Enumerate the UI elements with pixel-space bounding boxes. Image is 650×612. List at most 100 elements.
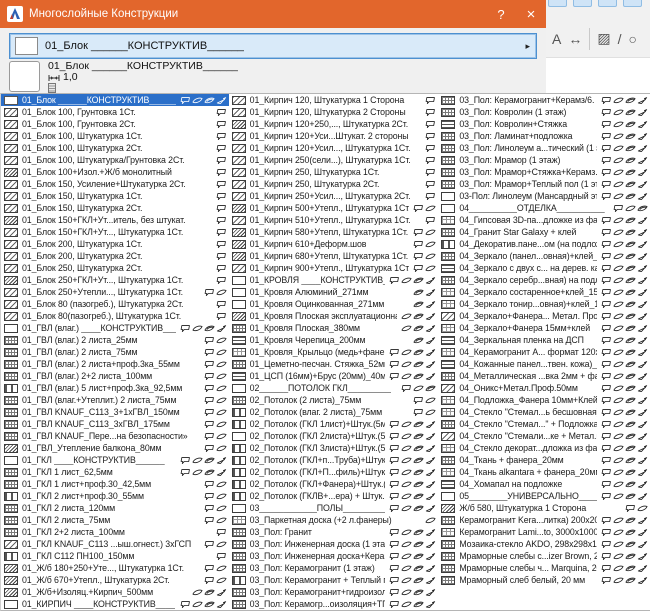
list-item[interactable]: 01_ГКЛ 2 лист+проф.30_55мм (1, 490, 229, 502)
list-item[interactable]: 03_Пол: Керамогр...оизоляция+ТП_Душ (229, 598, 439, 610)
list-item[interactable]: 04_Ткань alkantara + фанера_20мм (438, 466, 650, 478)
list-item[interactable]: 01_ГВЛ (влаг.) 5 лист+проф.3ка_92,5мм (1, 382, 229, 394)
list-item[interactable]: 04_Керамогранит А... формат 120х60см (438, 346, 650, 358)
text-tool-icon[interactable]: A (552, 31, 561, 47)
list-item[interactable]: 03_Пол: Мрамор+Стяжка+Керамз./6. (438, 166, 650, 178)
list-item[interactable]: 01_Кирпич 610+Деформ.шов (229, 238, 439, 250)
list-item[interactable]: 01_Блок 150, Штукатурка 2Ст. (1, 202, 229, 214)
list-item[interactable]: 01_ГКЛ 2 листа_120мм (1, 502, 229, 514)
list-item[interactable]: 04_Кожанные панел...твен. кожа)_15мм (438, 358, 650, 370)
list-item[interactable]: 02_Потолок (ГКЛ 2листа)+Штук.(5мм) (229, 430, 439, 442)
list-item[interactable]: 01_Кирпич 680+Утепл, Штукатурка 1Ст. (229, 250, 439, 262)
list-item[interactable]: 01_Кровля Оцинкованная_271мм (229, 298, 439, 310)
list-item[interactable]: Ж/б 580, Штукатурка 1 Сторона (438, 502, 650, 514)
list-item[interactable]: 01_Кирпич 580+Утепл, Штукатурка 1Ст. (229, 226, 439, 238)
list-item[interactable]: 01_Блок 100+Изол.+Ж/б монолитный (1, 166, 229, 178)
list-item[interactable]: 01_ГВЛ (влаг.) 2+2 листа_100мм (1, 370, 229, 382)
list-item[interactable]: 01_Кирпич 900+Утепл., Штукатурка 1Ст. (229, 262, 439, 274)
list-item[interactable]: 02_Потолок (ГКЛ+П...филь)+Штук.(5мм) (229, 466, 439, 478)
list-item[interactable]: 01_Блок 100, Грунтовка 1Ст. (1, 106, 229, 118)
list-item[interactable]: 04_Хомапал на подложке (438, 478, 650, 490)
list-item[interactable]: 03_Пол: Керамогранит (1 этаж) (229, 562, 439, 574)
list-item[interactable]: 04_Стекло "Стемали...ке + Метал.каркас (438, 430, 650, 442)
list-item[interactable]: 01_Кирпич 250, Штукатурка 2Ст. (229, 178, 439, 190)
list-item[interactable]: 03_Пол: Керамогранит+гидроизоляция (229, 586, 439, 598)
list-item[interactable]: 04_Гипсовая 3D-па...дложке из фанеры (438, 214, 650, 226)
composite-select-combo[interactable]: 01_Блок ______КОНСТРУКТИВ______ ▸ (9, 33, 537, 59)
list-item[interactable]: 03-Пол: Линолеум (Мансардный этаж) (438, 190, 650, 202)
list-item[interactable]: 01_Кирпич 510+Утепл., Штукатурка 1Ст. (229, 214, 439, 226)
list-item[interactable]: 02_Потолок (влаг. 2 листа)_75мм (229, 406, 439, 418)
list-item[interactable]: 01_ГВЛ (влаг.) ____КОНСТРУКТИВ____ (1, 322, 229, 334)
list-item[interactable]: 01_ГВЛ KNAUF_Пере...на безопасности» (1, 430, 229, 442)
list-item[interactable]: 03_Пол: Ковролин (1 этаж) (438, 106, 650, 118)
list-item[interactable]: Мраморные слебы c...izer Brown, 20 мм (438, 550, 650, 562)
list-item[interactable]: 01_Блок 150, Усиление+Штукатурка 2Ст. (1, 178, 229, 190)
list-item[interactable]: 01_ГВЛ (влаг.) 2 листа_25мм (1, 334, 229, 346)
list-item[interactable]: 01_Блок 100, Штукатурка 2Ст. (1, 142, 229, 154)
list-item[interactable]: 03_Пол: Гранит (229, 526, 439, 538)
list-item[interactable]: 02_Потолок (2 листа)_75мм (229, 394, 439, 406)
list-item[interactable]: 01_Ж/б 180+250+Уте..., Штукатурка 1Ст. (1, 562, 229, 574)
list-item[interactable]: 01_Блок 250+ГКЛ+Ут..., Штукатурка 1Ст. (1, 274, 229, 286)
toolbar-button-icon[interactable] (623, 0, 642, 7)
list-item[interactable]: 03_Пол: Ламинат+подложка (438, 130, 650, 142)
list-item[interactable]: 03_Пол: Инженерная доска+Керамз/6. (229, 550, 439, 562)
list-item[interactable]: 04_Зеркало (панел...овная)+клей_10мм (438, 250, 650, 262)
list-item[interactable]: 01_ЦСП (16мм)+Брус (20мм)_40мм (229, 370, 439, 382)
toolbar-button-icon[interactable] (548, 0, 567, 7)
list-item[interactable]: 03_Пол: Керамогранит + Теплый пол (229, 574, 439, 586)
list-item[interactable]: 01_Блок ______КОНСТРУКТИВ______ (1, 94, 229, 106)
list-item[interactable]: 04_Оникс+Метал.Проф.50мм (438, 382, 650, 394)
list-item[interactable]: 03_Пол: Инженерная доска (1 этаж) (229, 538, 439, 550)
help-button[interactable]: ? (486, 7, 516, 22)
list-item[interactable]: Мозаика-стекло AKDO, 298х298х10мм (438, 538, 650, 550)
list-item[interactable]: 01_ГКЛ 2+2 листа_100мм (1, 526, 229, 538)
list-item[interactable]: 04_Гранит Star Galaxy + клей (438, 226, 650, 238)
list-item[interactable]: 01_ГВЛ_Утепление балкона_80мм (1, 442, 229, 454)
list-item[interactable]: 03_Паркетная доска (+2 л.фанеры) (229, 514, 439, 526)
list-item[interactable]: 03_Пол: Мрамор (1 этаж) (438, 154, 650, 166)
list-item[interactable]: 03____________ПОЛЫ____________ (229, 502, 439, 514)
list-item[interactable]: 01_Кирпич 250+Усил..., Штукатурка 2Ст. (229, 190, 439, 202)
list-item[interactable]: 04_Подложка_Фанера 10мм+Клей (438, 394, 650, 406)
circle-tool-icon[interactable]: ○ (628, 31, 636, 47)
list-item[interactable]: 04_Зеркало тонир...овная)+клей_15мм (438, 298, 650, 310)
list-item[interactable]: 01_Блок 100, Штукатурка 1Ст. (1, 130, 229, 142)
list-item[interactable]: 04_Стекло "Стемал..." + Подложка 10мм (438, 418, 650, 430)
list-item[interactable]: 04_Зеркало серебр...вная) на подложке (438, 274, 650, 286)
list-item[interactable]: Мраморные слебы ч... Marquina, 20 мм (438, 562, 650, 574)
list-item[interactable]: 01_Блок 80(пазогреб.), Штукатурка 1Ст. (1, 310, 229, 322)
list-item[interactable]: 01_Блок 80 (пазогреб.), Штукатурка 2Ст. (1, 298, 229, 310)
dimension-tool-icon[interactable]: ↔ (568, 31, 582, 47)
list-item[interactable]: 01_ГВЛ KNAUF_C113_3+1хГВЛ_150мм (1, 406, 229, 418)
list-item[interactable]: 01_Кирпич 120+250,..., Штукатурка 2Ст. (229, 118, 439, 130)
list-item[interactable]: Керамогранит Lami...to, 3000x1000x3мм (438, 526, 650, 538)
list-item[interactable]: 01_Блок 250, Штукатурка 2Ст. (1, 262, 229, 274)
list-item[interactable]: 01_ГВЛ (влаг.) 2 листа+проф.3ка_55мм (1, 358, 229, 370)
list-item[interactable]: 04_Зеркальная пленка на ДСП (438, 334, 650, 346)
list-item[interactable]: 02_Потолок (ГКЛ+Фанера)+Штук.(5мм) (229, 478, 439, 490)
list-item[interactable]: 01_Кирпич 250(сели...), Штукатурка 1Ст. (229, 154, 439, 166)
list-item[interactable]: 01_Кровля Алюминий_271мм (229, 286, 439, 298)
list-item[interactable]: 01_Кирпич 120, Штукатурка 1 Сторона (229, 94, 439, 106)
list-item[interactable]: 03_Пол: Мрамор+Теплый пол (1 этаж) (438, 178, 650, 190)
list-item[interactable]: 02_Потолок (ГКЛ+п...Труба)+Штук.(5мм) (229, 454, 439, 466)
list-item[interactable]: 01_Кирпич 120+Усил..., Штукатурка 1Ст. (229, 142, 439, 154)
list-item[interactable]: 01_Блок 150+ГКЛ+Ут..., Штукатурка 1Ст. (1, 226, 229, 238)
list-item[interactable]: 01_Блок 200, Штукатурка 2Ст. (1, 250, 229, 262)
list-item[interactable]: 01_Кровля Плоская эксплуатационная (229, 310, 439, 322)
list-item[interactable]: 04_Зеркало состаренное+клей_15мм (438, 286, 650, 298)
list-item[interactable]: 01_КИРПИЧ ____КОНСТРУКТИВ____ (1, 598, 229, 610)
list-item[interactable]: 01_Блок 250+Утепли..., Штукатурка 1Ст. (1, 286, 229, 298)
list-item[interactable]: 04_Металлическая ...вка 2мм + фанера (438, 370, 650, 382)
list-item[interactable]: 01_Блок 150, Штукатурка 1Ст. (1, 190, 229, 202)
list-item[interactable]: 04_Зеркало+Фанера 15мм+клей (438, 322, 650, 334)
list-item[interactable]: 01_ГКЛ KNAUF_C113 ...ыш.огнест.) 3хГСП (1, 538, 229, 550)
list-item[interactable]: 04_Декоратив.пане...ом (на подложке) (438, 238, 650, 250)
list-item[interactable]: 01_Ж/б 670+Утепл., Штукатурка 2Ст. (1, 574, 229, 586)
list-item[interactable]: 01_Блок 100, Штукатурка/Грунтовка 2Ст. (1, 154, 229, 166)
list-item[interactable]: 01_ГКЛ 1 лист+проф.30_42,5мм (1, 478, 229, 490)
toolbar-button-icon[interactable] (598, 0, 617, 7)
list-item[interactable]: 03_Пол: Ковролин+Стяжка (438, 118, 650, 130)
